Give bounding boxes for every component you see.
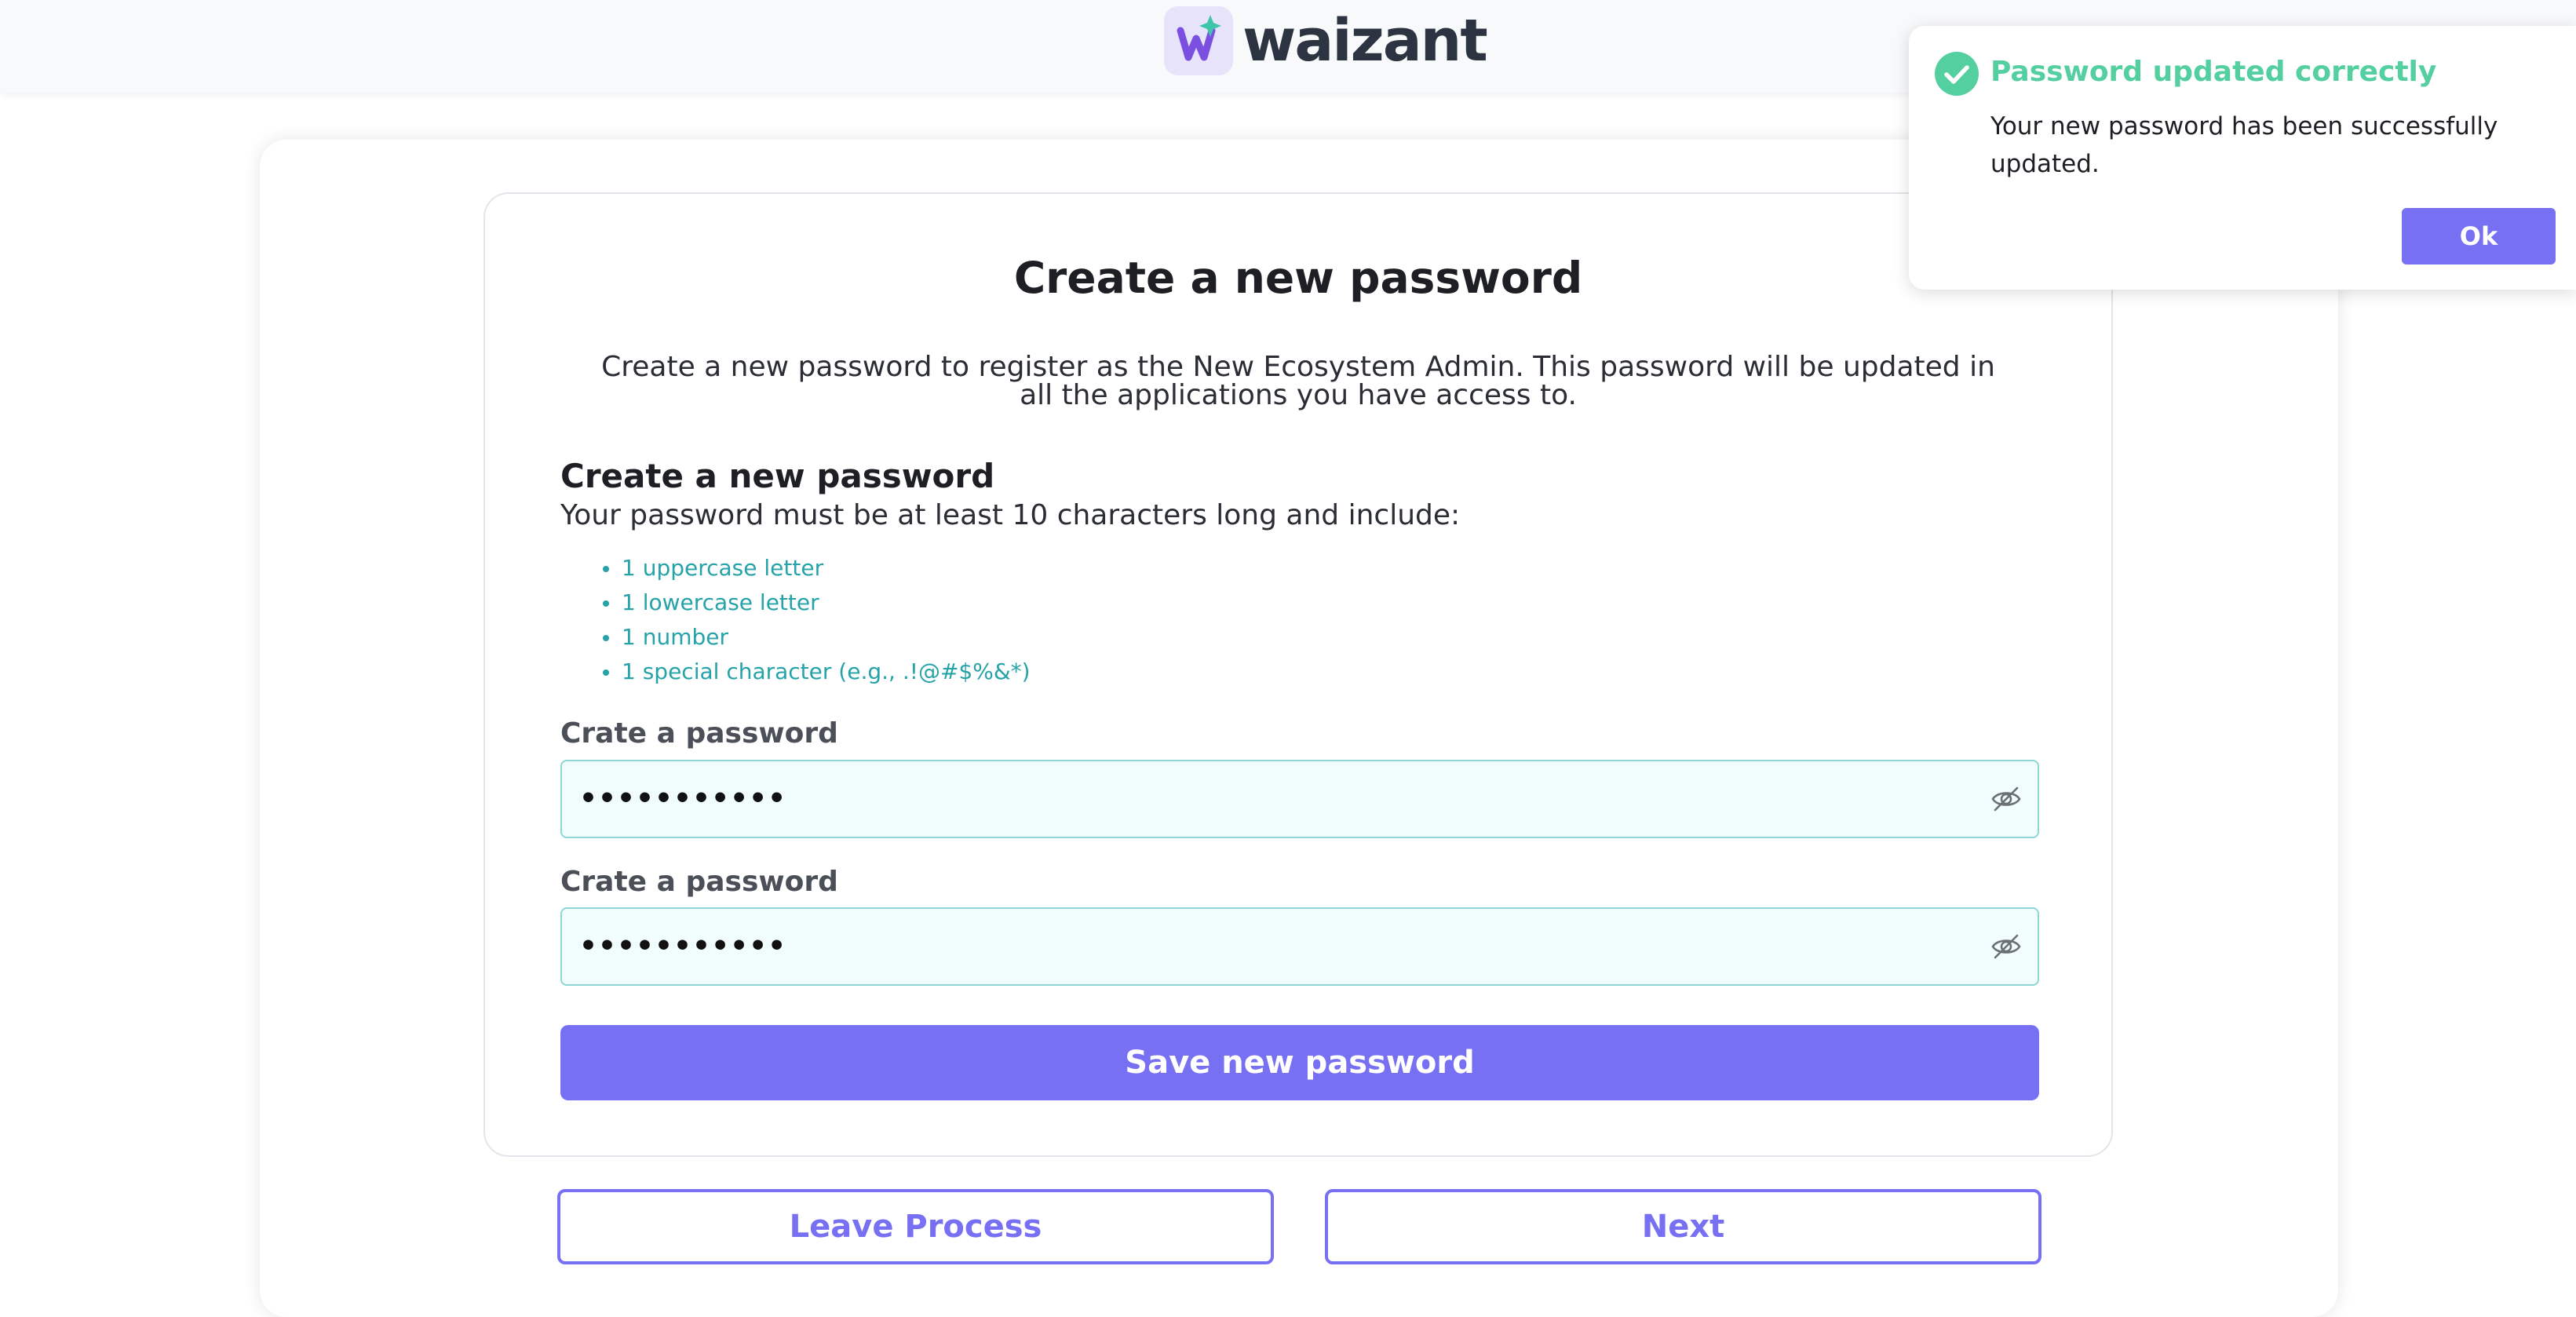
password-label: Crate a password bbox=[560, 717, 838, 750]
check-circle-icon bbox=[1934, 51, 1979, 97]
requirement-item: 1 number bbox=[560, 620, 1031, 655]
toast-title: Password updated correctly bbox=[1990, 56, 2437, 88]
page-title: Create a new password bbox=[1013, 253, 1583, 303]
confirm-password-input[interactable]: ••••••••••• bbox=[560, 907, 2039, 986]
brand[interactable]: waizant bbox=[1164, 6, 1488, 75]
eye-slash-icon[interactable] bbox=[1990, 783, 2022, 815]
next-button[interactable]: Next bbox=[1325, 1189, 2041, 1264]
leave-process-button[interactable]: Leave Process bbox=[557, 1189, 1274, 1264]
requirements-list: 1 uppercase letter 1 lowercase letter 1 … bbox=[560, 551, 1031, 689]
toast-ok-button[interactable]: Ok bbox=[2402, 208, 2556, 264]
brand-name: waizant bbox=[1242, 7, 1488, 75]
page-subtitle: Create a new password to register as the… bbox=[601, 351, 1995, 411]
confirm-password-label: Crate a password bbox=[560, 866, 838, 898]
save-password-button[interactable]: Save new password bbox=[560, 1025, 2039, 1100]
requirement-item: 1 uppercase letter bbox=[560, 551, 1031, 586]
requirement-item: 1 special character (e.g., .!@#$%&*) bbox=[560, 655, 1031, 689]
success-toast: Password updated correctly Your new pass… bbox=[1909, 26, 2576, 290]
confirm-password-value[interactable]: ••••••••••• bbox=[579, 909, 786, 984]
eye-slash-icon[interactable] bbox=[1990, 931, 2022, 962]
requirements-description: Your password must be at least 10 charac… bbox=[560, 499, 1461, 531]
password-input[interactable]: ••••••••••• bbox=[560, 760, 2039, 838]
toast-message: Your new password has been successfully … bbox=[1990, 112, 2498, 178]
requirement-item: 1 lowercase letter bbox=[560, 586, 1031, 620]
password-value[interactable]: ••••••••••• bbox=[579, 761, 786, 837]
section-heading: Create a new password bbox=[560, 457, 995, 495]
logo-icon bbox=[1164, 6, 1233, 75]
